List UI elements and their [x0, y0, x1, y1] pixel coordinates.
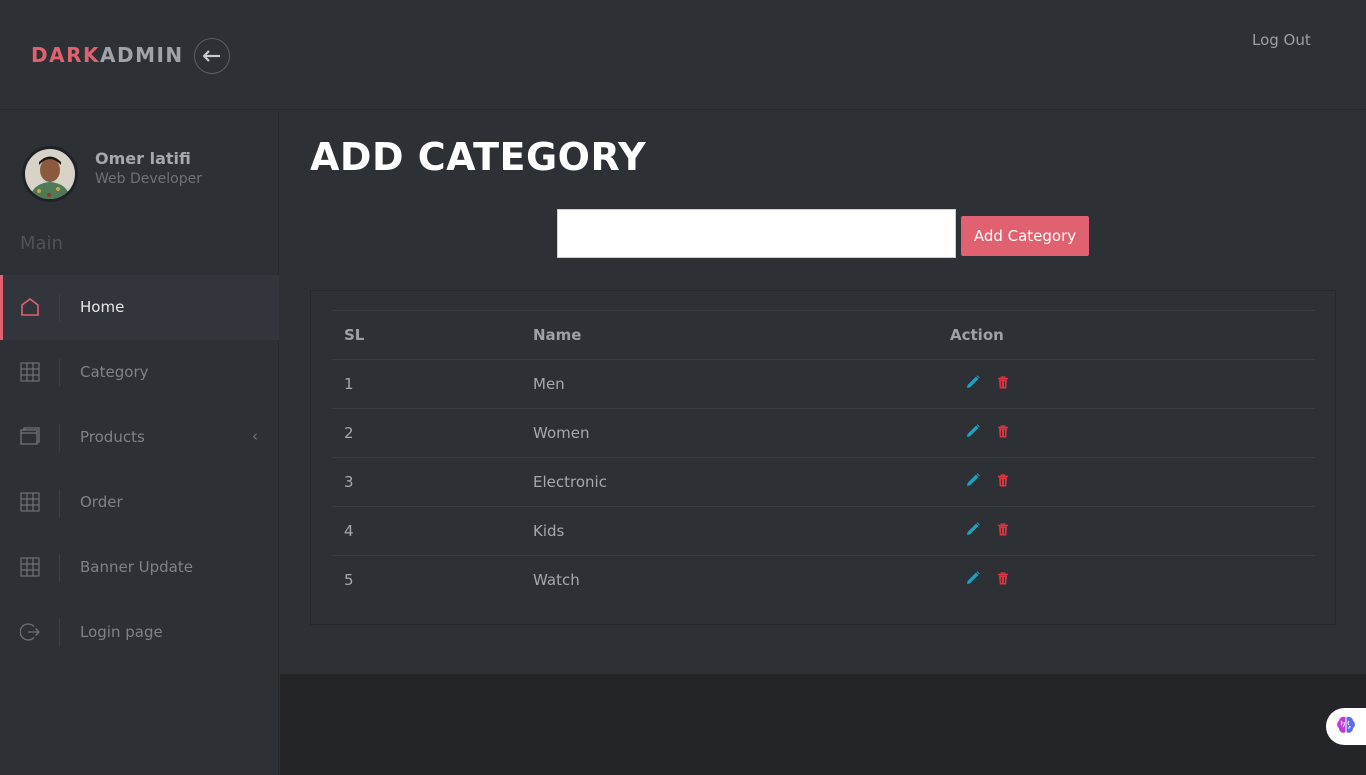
divider	[59, 554, 60, 582]
user-role: Web Developer	[95, 171, 202, 187]
user-name: Omer latifi	[95, 149, 191, 168]
divider	[59, 294, 60, 322]
cell-action	[950, 359, 1315, 409]
edit-pencil-icon[interactable]	[966, 473, 980, 487]
table-header-row: SL Name Action	[332, 310, 1315, 360]
add-category-button[interactable]: Add Category	[961, 216, 1089, 256]
logout-icon	[19, 622, 40, 642]
edit-pencil-icon[interactable]	[966, 424, 980, 438]
delete-trash-icon[interactable]	[997, 572, 1009, 585]
sidebar-item-order[interactable]: Order	[0, 470, 279, 535]
grid-icon	[20, 362, 40, 382]
sidebar-item-category[interactable]: Category	[0, 340, 279, 405]
edit-pencil-icon[interactable]	[966, 522, 980, 536]
cell-action	[950, 506, 1315, 556]
sidebar-section-label: Main	[20, 233, 63, 254]
divider	[59, 619, 60, 647]
cell-sl: 3	[332, 457, 533, 507]
sidebar-item-login-page[interactable]: Login page	[0, 600, 279, 665]
cell-name: Kids	[533, 506, 950, 556]
cell-name: Women	[533, 408, 950, 458]
grid-icon	[20, 557, 40, 577]
table-row: 3 Electronic	[332, 457, 1315, 507]
delete-trash-icon[interactable]	[997, 424, 1009, 438]
edit-pencil-icon[interactable]	[966, 375, 980, 389]
brand-logo[interactable]: DARKADMIN	[31, 43, 184, 67]
divider	[59, 489, 60, 517]
edit-pencil-icon[interactable]	[966, 571, 980, 585]
grid-icon	[20, 492, 40, 512]
category-table: SL Name Action 1 Men 2 Women 3 Electroni…	[332, 310, 1315, 605]
column-header-name: Name	[533, 310, 950, 360]
logout-link[interactable]: Log Out	[1252, 31, 1311, 49]
table-row: 2 Women	[332, 408, 1315, 458]
sidebar: Omer latifi Web Developer Main Home Cate…	[0, 111, 279, 775]
sidebar-item-label: Banner Update	[80, 558, 193, 576]
category-table-card: SL Name Action 1 Men 2 Women 3 Electroni…	[310, 290, 1336, 625]
brain-icon	[1335, 715, 1357, 739]
cell-action	[950, 457, 1315, 507]
table-row: 4 Kids	[332, 506, 1315, 556]
category-name-input[interactable]	[557, 209, 956, 258]
sidebar-toggle-button[interactable]	[194, 38, 230, 74]
table-row: 5 Watch	[332, 555, 1315, 605]
page-title: ADD CATEGORY	[310, 135, 647, 179]
footer	[280, 674, 1366, 775]
assistant-brain-button[interactable]	[1326, 708, 1366, 745]
column-header-sl: SL	[332, 310, 533, 360]
sidebar-item-label: Products	[80, 428, 145, 446]
sidebar-nav: Home Category Products ‹ Order Banner Up…	[0, 275, 279, 665]
chevron-left-icon: ‹	[252, 427, 258, 445]
sidebar-item-label: Login page	[80, 623, 163, 641]
cell-name: Men	[533, 359, 950, 409]
sidebar-item-label: Category	[80, 363, 149, 381]
top-navbar: DARKADMIN Log Out	[0, 0, 1366, 110]
window-icon	[20, 427, 40, 447]
cell-name: Electronic	[533, 457, 950, 507]
column-header-action: Action	[950, 310, 1315, 360]
cell-sl: 4	[332, 506, 533, 556]
brand-part-dark: DARK	[31, 43, 100, 67]
sidebar-item-banner-update[interactable]: Banner Update	[0, 535, 279, 600]
delete-trash-icon[interactable]	[997, 473, 1009, 487]
delete-trash-icon[interactable]	[997, 522, 1009, 536]
avatar	[22, 146, 78, 202]
divider	[59, 424, 60, 452]
sidebar-item-label: Home	[80, 298, 125, 316]
cell-name: Watch	[533, 555, 950, 605]
cell-sl: 5	[332, 555, 533, 605]
divider	[59, 359, 60, 387]
cell-sl: 2	[332, 408, 533, 458]
sidebar-item-home[interactable]: Home	[0, 275, 279, 340]
table-row: 1 Men	[332, 359, 1315, 409]
sidebar-item-products[interactable]: Products ‹	[0, 405, 279, 470]
brand-part-admin: ADMIN	[99, 43, 184, 67]
home-icon	[20, 297, 40, 317]
arrow-left-icon	[202, 47, 221, 66]
sidebar-item-label: Order	[80, 493, 123, 511]
cell-action	[950, 555, 1315, 605]
delete-trash-icon[interactable]	[997, 375, 1009, 389]
main-content: ADD CATEGORY Add Category SL Name Action…	[280, 111, 1366, 674]
cell-sl: 1	[332, 359, 533, 409]
cell-action	[950, 408, 1315, 458]
